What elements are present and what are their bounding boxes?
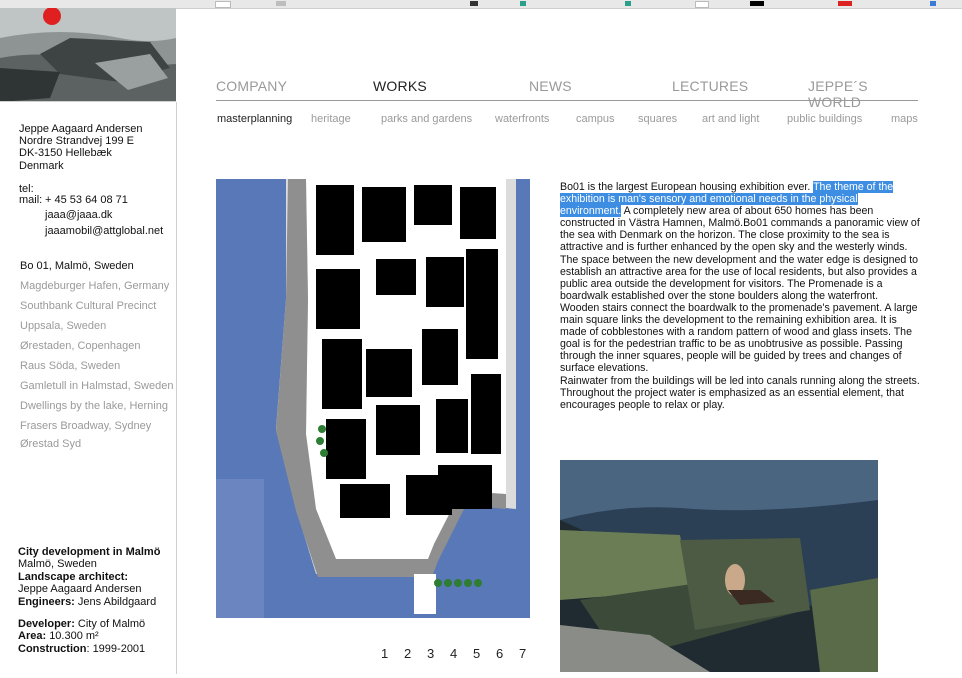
project-credits: City development in Malmö Malmö, Sweden … <box>18 546 160 655</box>
email-link-2[interactable]: jaaamobil@attglobal.net <box>45 225 163 237</box>
sidebar-divider <box>176 102 177 674</box>
page-link-5[interactable]: 5 <box>473 646 480 661</box>
aerial-photo-graphic <box>0 8 176 102</box>
credits-title: City development in Malmö <box>18 546 161 558</box>
project-link-orestaden[interactable]: Ørestaden, Copenhagen <box>20 340 140 352</box>
project-link-bo01[interactable]: Bo 01, Malmö, Sweden <box>20 260 134 272</box>
architect-name: Jeppe Aagaard Andersen <box>18 583 142 596</box>
subnav-squares[interactable]: squares <box>638 113 677 125</box>
subnav-maps[interactable]: maps <box>891 113 918 125</box>
project-link-raus-soda[interactable]: Raus Söda, Sweden <box>20 360 120 372</box>
credits-location: Malmö, Sweden <box>18 558 97 571</box>
description-intro: Bo01 is the largest European housing exh… <box>560 181 811 193</box>
project-link-magdeburger-hafen[interactable]: Magdeburger Hafen, Germany <box>20 280 169 292</box>
subnav-public-buildings[interactable]: public buildings <box>787 113 862 125</box>
header-aerial-photo[interactable] <box>0 8 176 102</box>
email-link-1[interactable]: jaaa@jaaa.dk <box>45 209 112 221</box>
subnav-masterplanning[interactable]: masterplanning <box>217 113 292 125</box>
main-nav-underline <box>216 100 918 101</box>
project-link-dwellings-herning[interactable]: Dwellings by the lake, Herning <box>20 400 168 412</box>
page-link-6[interactable]: 6 <box>496 646 503 661</box>
project-link-frasers-broadway[interactable]: Frasers Broadway, Sydney <box>20 420 151 432</box>
subnav-art-and-light[interactable]: art and light <box>702 113 759 125</box>
project-link-southbank[interactable]: Southbank Cultural Precinct <box>20 300 156 312</box>
page-link-2[interactable]: 2 <box>404 646 411 661</box>
area-value: 10.300 m² <box>49 630 99 643</box>
developer-label: Developer: <box>18 618 75 631</box>
project-link-uppsala[interactable]: Uppsala, Sweden <box>20 320 106 332</box>
office-street: Nordre Strandvej 199 E <box>19 135 134 148</box>
page-link-7[interactable]: 7 <box>519 646 526 661</box>
office-address: Jeppe Aagaard Andersen Nordre Strandvej … <box>19 123 143 172</box>
subnav-campus[interactable]: campus <box>576 113 615 125</box>
site-plan-image <box>216 179 530 618</box>
project-description: Bo01 is the largest European housing exh… <box>560 181 920 411</box>
mail-label: mail: <box>19 194 43 206</box>
nav-company[interactable]: COMPANY <box>216 78 287 94</box>
office-name: Jeppe Aagaard Andersen <box>19 123 143 135</box>
office-country: Denmark <box>19 159 64 172</box>
office-city: DK-3150 Hellebæk <box>19 147 112 160</box>
header-divider <box>0 101 176 102</box>
nav-lectures[interactable]: LECTURES <box>672 78 748 94</box>
nav-works[interactable]: WORKS <box>373 78 427 94</box>
category-navigation: masterplanning heritage parks and garden… <box>216 113 921 127</box>
construction-value: : 1999-2001 <box>86 642 146 655</box>
description-body-2: Rainwater from the buildings will be led… <box>560 374 920 411</box>
waterfront-photo-graphic <box>560 460 878 672</box>
project-photo <box>560 460 878 672</box>
project-link-gamletull[interactable]: Gamletull in Halmstad, Sweden <box>20 380 173 392</box>
subnav-parks-and-gardens[interactable]: parks and gardens <box>381 113 472 125</box>
page-link-4[interactable]: 4 <box>450 646 457 661</box>
phone-number: + 45 53 64 08 71 <box>45 194 128 206</box>
developer-name: City of Malmö <box>77 618 146 631</box>
construction-label: Construction <box>18 642 87 655</box>
subnav-heritage[interactable]: heritage <box>311 113 351 125</box>
subnav-waterfronts[interactable]: waterfronts <box>495 113 549 125</box>
page-link-1[interactable]: 1 <box>381 646 388 661</box>
nav-jeppes-world[interactable]: JEPPE´S WORLD <box>808 78 916 110</box>
nav-news[interactable]: NEWS <box>529 78 572 94</box>
main-navigation: COMPANY WORKS NEWS LECTURES JEPPE´S WORL… <box>216 78 916 110</box>
project-link-orestad-syd[interactable]: Ørestad Syd <box>20 438 81 450</box>
site-plan-drawing <box>216 179 530 618</box>
description-body: A completely new area of about 650 homes… <box>560 205 920 375</box>
engineers-label: Engineers: <box>18 595 75 608</box>
area-label: Area: <box>18 630 47 643</box>
page-link-3[interactable]: 3 <box>427 646 434 661</box>
engineers-name: Jens Abildgaard <box>77 595 157 608</box>
architect-label: Landscape architect: <box>18 570 129 583</box>
